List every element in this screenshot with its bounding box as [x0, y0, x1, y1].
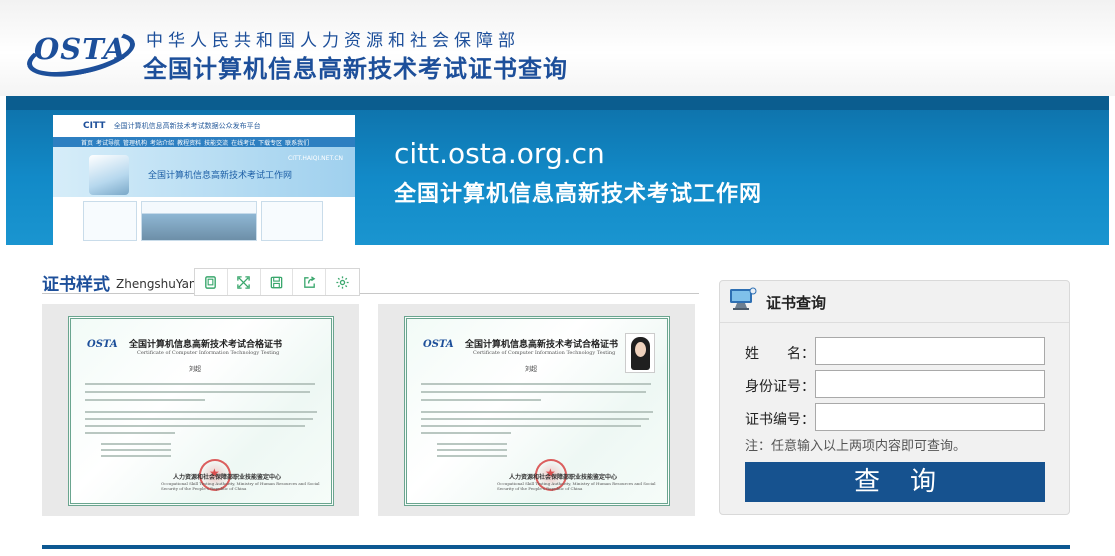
preview-nav-item: 联系我们 [285, 140, 310, 147]
certificate-number-input[interactable] [815, 403, 1045, 431]
cert-text-line [421, 418, 649, 420]
logo-text: OSTA [34, 32, 127, 66]
certificate-sample-panel: OSTA 全国计算机信息高新技术考试合格证书 Certificate of Co… [42, 304, 359, 516]
samples-title: 证书样式 [42, 275, 110, 295]
photo-face [635, 342, 646, 357]
cert-issuer: 人力资源和社会保障部职业技能鉴定中心 [173, 474, 282, 481]
cert-text-line [421, 391, 646, 393]
cert-text-line [85, 425, 305, 427]
cert-text-line [421, 411, 653, 413]
preview-hero: CITT.HAIQI.NET.CN 全国计算机信息高新技术考试工作网 [53, 147, 355, 197]
cert-text-line [421, 383, 651, 385]
cert-subtitle: Certificate of Computer Information Tech… [137, 350, 280, 356]
preview-nav-item: 考站介绍 [150, 140, 175, 147]
banner-tagline: 全国计算机信息高新技术考试工作网 [394, 182, 763, 207]
certificate-sample-image[interactable]: OSTA 全国计算机信息高新技术考试合格证书 Certificate of Co… [404, 316, 670, 506]
samples-subtitle: ZhengshuYang [116, 277, 205, 291]
cert-holder-name: 刘超 [189, 366, 202, 373]
cert-text-line [437, 443, 507, 445]
cert-title: 全国计算机信息高新技术考试合格证书 [129, 340, 283, 350]
certificate-sample-panel: OSTA 全国计算机信息高新技术考试合格证书 Certificate of Co… [378, 304, 695, 516]
cert-text-line [437, 449, 507, 451]
page: OSTA 中华人民共和国人力资源和社会保障部 全国计算机信息高新技术考试证书查询… [0, 0, 1115, 556]
query-button[interactable]: 查询 [745, 462, 1045, 502]
copy-icon[interactable] [195, 269, 228, 295]
banner-stripe [6, 96, 1109, 110]
preview-nav-item: 下载专区 [258, 140, 283, 147]
query-title: 证书查询 [766, 294, 827, 312]
cert-text-line [85, 411, 317, 413]
preview-column [261, 201, 323, 241]
share-icon[interactable] [293, 269, 327, 295]
preview-body [53, 197, 355, 241]
cert-text-line [85, 418, 313, 420]
osta-logo[interactable]: OSTA [22, 23, 140, 85]
cert-issuer-en: Occupational Skill Testing Authority, Mi… [161, 481, 320, 491]
cert-holder-name: 刘超 [525, 366, 538, 373]
cert-text-line [85, 432, 175, 434]
preview-column [83, 201, 137, 241]
id-number-label: 身份证号： [745, 379, 815, 395]
preview-top-text: 全国计算机信息高新技术考试数据公众发布平台 [113, 122, 261, 130]
save-icon[interactable] [261, 269, 294, 295]
id-number-input[interactable] [815, 370, 1045, 398]
cert-text-line [437, 455, 507, 457]
monitor-icon [728, 286, 758, 312]
cert-text-line [85, 399, 205, 401]
org-name: 中华人民共和国人力资源和社会保障部 [146, 31, 520, 51]
name-input[interactable] [815, 337, 1045, 365]
site-title: 全国计算机信息高新技术考试证书查询 [143, 55, 568, 83]
preview-nav-item: 技能交流 [204, 140, 229, 147]
preview-people-image [89, 155, 129, 195]
certificate-number-label: 证书编号： [745, 412, 815, 428]
cert-issuer: 人力资源和社会保障部职业技能鉴定中心 [509, 474, 618, 481]
cert-text-line [101, 449, 171, 451]
cert-logo: OSTA [423, 339, 454, 350]
cert-text-line [421, 432, 511, 434]
fullscreen-icon[interactable] [228, 269, 261, 295]
footer-rule [42, 545, 1070, 549]
preview-nav-item: 在线考试 [231, 140, 256, 147]
cert-text-line [101, 455, 171, 457]
preview-brand: CITT [83, 121, 106, 131]
preview-nav-item: 首页 [81, 140, 94, 147]
cert-logo: OSTA [87, 339, 118, 350]
cert-issuer-en: Occupational Skill Testing Authority, Mi… [497, 481, 656, 491]
name-label: 姓 名： [745, 346, 815, 362]
cert-text-line [421, 425, 641, 427]
cert-text-line [85, 391, 310, 393]
query-header: 证书查询 [720, 281, 1069, 323]
site-header: OSTA 中华人民共和国人力资源和社会保障部 全国计算机信息高新技术考试证书查询 [0, 0, 1115, 96]
preview-nav-item: 教程资料 [177, 140, 202, 147]
banner-url[interactable]: citt.osta.org.cn [394, 137, 605, 170]
preview-nav-item: 管理机构 [123, 140, 148, 147]
settings-icon[interactable] [326, 269, 359, 295]
website-preview-image[interactable]: CITT 全国计算机信息高新技术考试数据公众发布平台 首页 考试导航 管理机构 … [53, 115, 355, 245]
query-note: 注：任意输入以上两项内容即可查询。 [745, 439, 967, 454]
preview-top: CITT 全国计算机信息高新技术考试数据公众发布平台 [53, 115, 355, 137]
cert-text-line [85, 383, 315, 385]
cert-text-line [421, 399, 541, 401]
certificate-query-panel: 证书查询 姓 名： 身份证号： 证书编号： 注：任意输入以上两项内容即可查询。 … [719, 280, 1070, 515]
preview-nav: 首页 考试导航 管理机构 考站介绍 教程资料 技能交流 在线考试 下载专区 联系… [53, 137, 355, 147]
certificate-sample-image[interactable]: OSTA 全国计算机信息高新技术考试合格证书 Certificate of Co… [68, 316, 334, 506]
preview-nav-item: 考试导航 [96, 140, 121, 147]
cert-text-line [101, 443, 171, 445]
preview-column [141, 201, 257, 241]
cert-title: 全国计算机信息高新技术考试合格证书 [465, 340, 619, 350]
preview-site: CITT.HAIQI.NET.CN [288, 155, 343, 162]
image-toolbar [194, 268, 360, 296]
banner: CITT 全国计算机信息高新技术考试数据公众发布平台 首页 考试导航 管理机构 … [6, 96, 1109, 245]
holder-photo [625, 333, 655, 373]
preview-hero-title: 全国计算机信息高新技术考试工作网 [148, 171, 293, 181]
cert-subtitle: Certificate of Computer Information Tech… [473, 350, 616, 356]
samples-header: 证书样式 ZhengshuYang [42, 268, 699, 295]
